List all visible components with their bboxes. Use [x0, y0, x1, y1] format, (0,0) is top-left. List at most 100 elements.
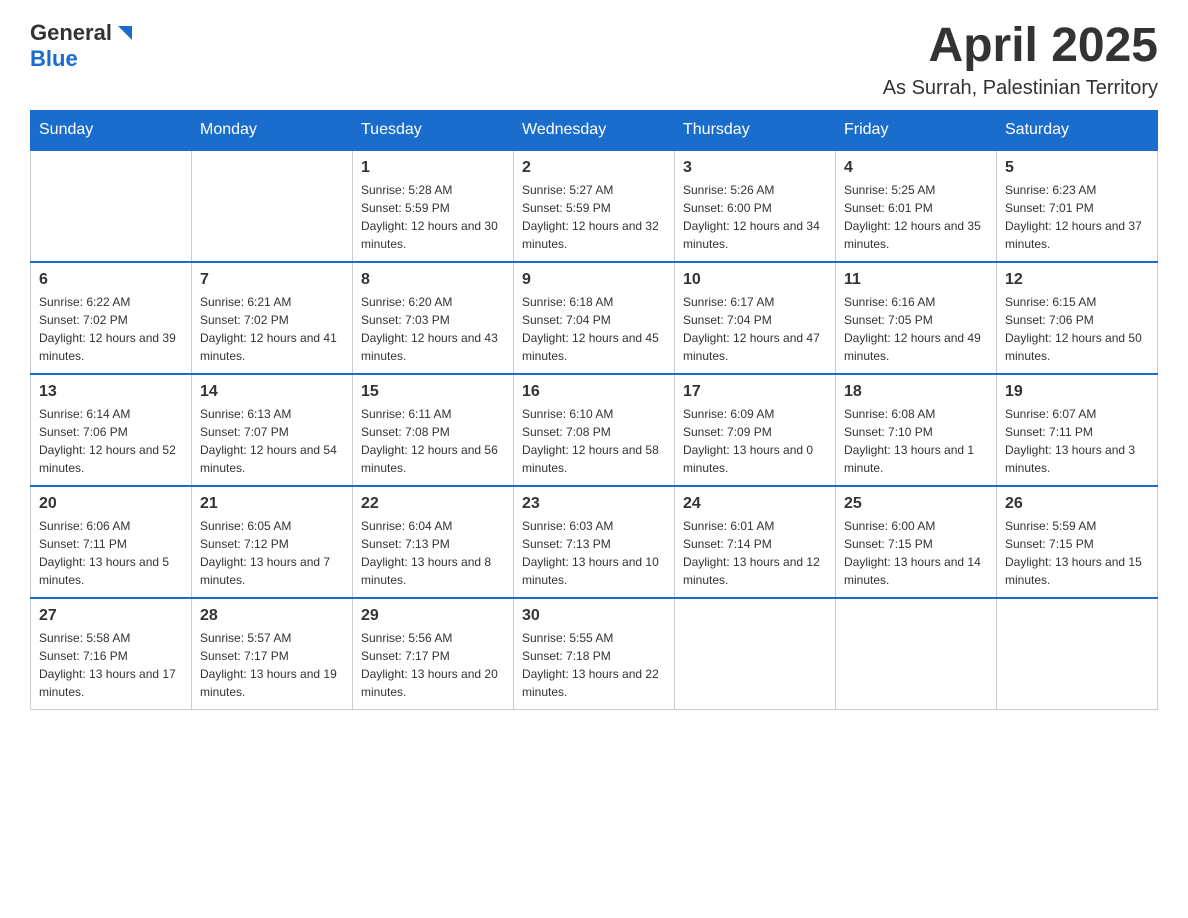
day-number: 26 [1005, 495, 1149, 513]
calendar-cell: 3 Sunrise: 5:26 AMSunset: 6:00 PMDaylight… [675, 150, 836, 262]
calendar-cell [192, 150, 353, 262]
weekday-header-saturday: Saturday [997, 110, 1158, 150]
calendar-cell: 9 Sunrise: 6:18 AMSunset: 7:04 PMDaylight… [514, 262, 675, 374]
calendar-cell: 27 Sunrise: 5:58 AMSunset: 7:16 PMDayligh… [31, 598, 192, 710]
calendar-cell: 5Sunrise: 6:23 AMSunset: 7:01 PMDaylight… [997, 150, 1158, 262]
calendar-table: SundayMondayTuesdayWednesdayThursdayFrid… [30, 110, 1158, 710]
calendar-cell: 14Sunrise: 6:13 AMSunset: 7:07 PMDayligh… [192, 374, 353, 486]
calendar-cell: 10 Sunrise: 6:17 AMSunset: 7:04 PMDayligh… [675, 262, 836, 374]
day-info: Sunrise: 5:56 AMSunset: 7:17 PMDaylight:… [361, 629, 505, 701]
day-number: 18 [844, 383, 988, 401]
calendar-cell: 17 Sunrise: 6:09 AMSunset: 7:09 PMDayligh… [675, 374, 836, 486]
day-info: Sunrise: 6:11 AMSunset: 7:08 PMDaylight:… [361, 405, 505, 477]
day-number: 6 [39, 271, 183, 289]
calendar-cell: 24 Sunrise: 6:01 AMSunset: 7:14 PMDayligh… [675, 486, 836, 598]
day-number: 28 [200, 607, 344, 625]
logo: General Blue [30, 20, 136, 72]
calendar-cell: 11Sunrise: 6:16 AMSunset: 7:05 PMDayligh… [836, 262, 997, 374]
day-info: Sunrise: 6:04 AMSunset: 7:13 PMDaylight:… [361, 517, 505, 589]
day-info: Sunrise: 5:28 AMSunset: 5:59 PMDaylight:… [361, 181, 505, 253]
calendar-cell: 26 Sunrise: 5:59 AMSunset: 7:15 PMDayligh… [997, 486, 1158, 598]
day-number: 13 [39, 383, 183, 401]
month-title: April 2025 [883, 20, 1158, 73]
day-info: Sunrise: 6:17 AMSunset: 7:04 PMDaylight:… [683, 293, 827, 365]
day-info: Sunrise: 6:09 AMSunset: 7:09 PMDaylight:… [683, 405, 827, 477]
weekday-header-tuesday: Tuesday [353, 110, 514, 150]
calendar-cell: 22 Sunrise: 6:04 AMSunset: 7:13 PMDayligh… [353, 486, 514, 598]
calendar-cell: 19Sunrise: 6:07 AMSunset: 7:11 PMDayligh… [997, 374, 1158, 486]
title-section: April 2025 As Surrah, Palestinian Territ… [883, 20, 1158, 100]
day-number: 1 [361, 159, 505, 177]
day-info: Sunrise: 5:55 AMSunset: 7:18 PMDaylight:… [522, 629, 666, 701]
calendar-cell: 18 Sunrise: 6:08 AMSunset: 7:10 PMDayligh… [836, 374, 997, 486]
day-info: Sunrise: 5:26 AMSunset: 6:00 PMDaylight:… [683, 181, 827, 253]
weekday-header-thursday: Thursday [675, 110, 836, 150]
calendar-cell: 20 Sunrise: 6:06 AMSunset: 7:11 PMDayligh… [31, 486, 192, 598]
weekday-header-monday: Monday [192, 110, 353, 150]
calendar-week-row: 13Sunrise: 6:14 AMSunset: 7:06 PMDayligh… [31, 374, 1158, 486]
day-info: Sunrise: 5:25 AMSunset: 6:01 PMDaylight:… [844, 181, 988, 253]
day-number: 8 [361, 271, 505, 289]
weekday-header-friday: Friday [836, 110, 997, 150]
calendar-cell: 12 Sunrise: 6:15 AMSunset: 7:06 PMDayligh… [997, 262, 1158, 374]
day-info: Sunrise: 5:58 AMSunset: 7:16 PMDaylight:… [39, 629, 183, 701]
day-number: 12 [1005, 271, 1149, 289]
calendar-cell: 23Sunrise: 6:03 AMSunset: 7:13 PMDayligh… [514, 486, 675, 598]
day-number: 5 [1005, 159, 1149, 177]
weekday-header-wednesday: Wednesday [514, 110, 675, 150]
day-info: Sunrise: 6:15 AMSunset: 7:06 PMDaylight:… [1005, 293, 1149, 365]
day-info: Sunrise: 6:05 AMSunset: 7:12 PMDaylight:… [200, 517, 344, 589]
day-info: Sunrise: 5:59 AMSunset: 7:15 PMDaylight:… [1005, 517, 1149, 589]
day-info: Sunrise: 6:07 AMSunset: 7:11 PMDaylight:… [1005, 405, 1149, 477]
day-number: 9 [522, 271, 666, 289]
calendar-cell: 21Sunrise: 6:05 AMSunset: 7:12 PMDayligh… [192, 486, 353, 598]
weekday-header-sunday: Sunday [31, 110, 192, 150]
calendar-week-row: 27 Sunrise: 5:58 AMSunset: 7:16 PMDayligh… [31, 598, 1158, 710]
day-info: Sunrise: 5:57 AMSunset: 7:17 PMDaylight:… [200, 629, 344, 701]
calendar-cell [675, 598, 836, 710]
day-number: 29 [361, 607, 505, 625]
location-title: As Surrah, Palestinian Territory [883, 77, 1158, 100]
logo-blue-text: Blue [30, 46, 78, 72]
day-number: 30 [522, 607, 666, 625]
logo-general-text: General [30, 20, 112, 46]
calendar-week-row: 20 Sunrise: 6:06 AMSunset: 7:11 PMDayligh… [31, 486, 1158, 598]
calendar-header-row: SundayMondayTuesdayWednesdayThursdayFrid… [31, 110, 1158, 150]
day-number: 25 [844, 495, 988, 513]
day-info: Sunrise: 6:18 AMSunset: 7:04 PMDaylight:… [522, 293, 666, 365]
day-number: 10 [683, 271, 827, 289]
calendar-cell: 4 Sunrise: 5:25 AMSunset: 6:01 PMDaylight… [836, 150, 997, 262]
day-info: Sunrise: 6:10 AMSunset: 7:08 PMDaylight:… [522, 405, 666, 477]
day-number: 2 [522, 159, 666, 177]
day-number: 27 [39, 607, 183, 625]
calendar-cell: 28 Sunrise: 5:57 AMSunset: 7:17 PMDayligh… [192, 598, 353, 710]
day-number: 16 [522, 383, 666, 401]
day-number: 20 [39, 495, 183, 513]
calendar-cell: 7Sunrise: 6:21 AMSunset: 7:02 PMDaylight… [192, 262, 353, 374]
day-info: Sunrise: 6:08 AMSunset: 7:10 PMDaylight:… [844, 405, 988, 477]
day-info: Sunrise: 6:06 AMSunset: 7:11 PMDaylight:… [39, 517, 183, 589]
calendar-cell: 13Sunrise: 6:14 AMSunset: 7:06 PMDayligh… [31, 374, 192, 486]
day-info: Sunrise: 6:16 AMSunset: 7:05 PMDaylight:… [844, 293, 988, 365]
calendar-cell: 29 Sunrise: 5:56 AMSunset: 7:17 PMDayligh… [353, 598, 514, 710]
day-info: Sunrise: 6:00 AMSunset: 7:15 PMDaylight:… [844, 517, 988, 589]
day-number: 22 [361, 495, 505, 513]
day-number: 17 [683, 383, 827, 401]
calendar-cell [31, 150, 192, 262]
calendar-cell: 8 Sunrise: 6:20 AMSunset: 7:03 PMDaylight… [353, 262, 514, 374]
day-info: Sunrise: 6:20 AMSunset: 7:03 PMDaylight:… [361, 293, 505, 365]
day-number: 23 [522, 495, 666, 513]
calendar-cell [997, 598, 1158, 710]
day-number: 24 [683, 495, 827, 513]
day-info: Sunrise: 6:01 AMSunset: 7:14 PMDaylight:… [683, 517, 827, 589]
day-number: 4 [844, 159, 988, 177]
calendar-cell: 15Sunrise: 6:11 AMSunset: 7:08 PMDayligh… [353, 374, 514, 486]
calendar-cell: 1 Sunrise: 5:28 AMSunset: 5:59 PMDaylight… [353, 150, 514, 262]
page-header: General Blue April 2025 As Surrah, Pales… [30, 20, 1158, 100]
calendar-cell [836, 598, 997, 710]
calendar-cell: 25 Sunrise: 6:00 AMSunset: 7:15 PMDayligh… [836, 486, 997, 598]
calendar-week-row: 6Sunrise: 6:22 AMSunset: 7:02 PMDaylight… [31, 262, 1158, 374]
day-number: 3 [683, 159, 827, 177]
day-info: Sunrise: 6:21 AMSunset: 7:02 PMDaylight:… [200, 293, 344, 365]
calendar-cell: 30 Sunrise: 5:55 AMSunset: 7:18 PMDayligh… [514, 598, 675, 710]
